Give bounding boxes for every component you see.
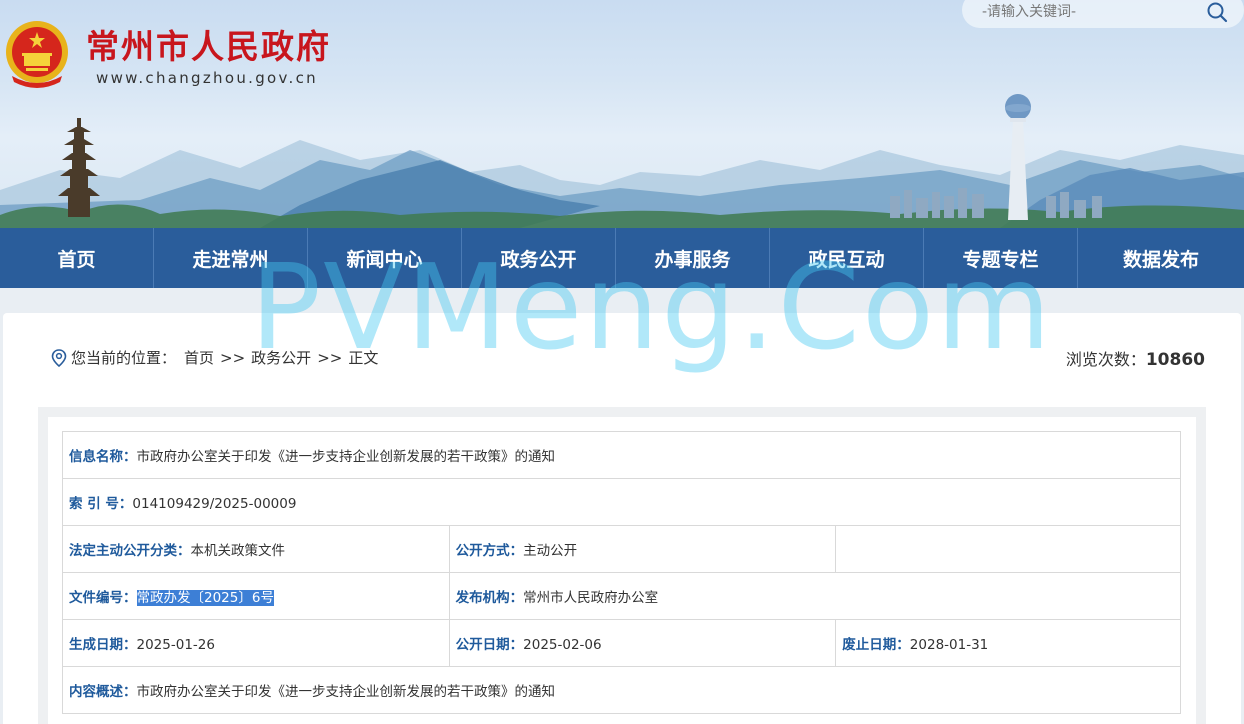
nav-item-interaction[interactable]: 政民互动 [770, 228, 924, 288]
table-row: 生成日期：2025-01-26 公开日期：2025-02-06 废止日期：202… [62, 619, 1181, 667]
info-name-label: 信息名称： [69, 449, 137, 465]
info-published-cell: 公开日期：2025-02-06 [448, 619, 837, 667]
info-expire-cell: 废止日期：2028-01-31 [835, 619, 1181, 667]
info-name-value: 市政府办公室关于印发《进一步支持企业创新发展的若干政策》的通知 [136, 449, 556, 465]
breadcrumb-home[interactable]: 首页 [184, 347, 214, 368]
table-row: 内容概述：市政府办公室关于印发《进一步支持企业创新发展的若干政策》的通知 [62, 666, 1181, 714]
info-published-value: 2025-02-06 [523, 637, 602, 653]
nav-item-services[interactable]: 办事服务 [616, 228, 770, 288]
table-row: 文件编号：常政办发〔2025〕6号 发布机构：常州市人民政府办公室 [62, 572, 1182, 620]
table-row: 法定主动公开分类：本机关政策文件 公开方式：主动公开 [62, 525, 1181, 573]
info-created-cell: 生成日期：2025-01-26 [62, 619, 450, 667]
info-expire-label: 废止日期： [842, 637, 910, 653]
info-summary-label: 内容概述： [69, 684, 137, 700]
info-mode-cell: 公开方式：主动公开 [448, 525, 837, 573]
view-count-label: 浏览次数： [1065, 350, 1146, 369]
nav-item-news[interactable]: 新闻中心 [308, 228, 462, 288]
breadcrumb-prefix: 您当前的位置： [71, 349, 177, 367]
info-summary-value: 市政府办公室关于印发《进一步支持企业创新发展的若干政策》的通知 [136, 684, 556, 700]
breadcrumb: 您当前的位置： 首页 >> 政务公开 >> 正文 [51, 347, 378, 368]
info-index-label: 索 引 号： [69, 496, 133, 512]
info-published-label: 公开日期： [455, 637, 524, 653]
info-name-cell: 信息名称：市政府办公室关于印发《进一步支持企业创新发展的若干政策》的通知 [62, 431, 1181, 479]
info-docno-value[interactable]: 常政办发〔2025〕6号 [136, 590, 274, 606]
table-row: 信息名称：市政府办公室关于印发《进一步支持企业创新发展的若干政策》的通知 [62, 431, 1181, 479]
info-docno-cell: 文件编号：常政办发〔2025〕6号 [62, 572, 450, 620]
breadcrumb-separator: >> [220, 348, 246, 367]
search-box [962, 0, 1244, 28]
info-publisher-label: 发布机构： [455, 590, 524, 606]
info-index-value: 014109429/2025-00009 [132, 496, 297, 512]
breadcrumb-current: 正文 [348, 349, 379, 367]
document-info-table: 信息名称：市政府办公室关于印发《进一步支持企业创新发展的若干政策》的通知 索 引… [62, 431, 1182, 714]
info-created-label: 生成日期： [69, 637, 137, 653]
info-mode-label: 公开方式： [455, 543, 524, 559]
info-empty-cell [835, 525, 1181, 573]
nav-item-data[interactable]: 数据发布 [1078, 228, 1244, 288]
info-index-cell: 索 引 号：014109429/2025-00009 [62, 478, 1181, 526]
info-docno-label: 文件编号： [69, 590, 137, 606]
info-publisher-value: 常州市人民政府办公室 [523, 590, 659, 606]
location-pin-icon [51, 348, 67, 367]
info-publisher-cell: 发布机构：常州市人民政府办公室 [448, 572, 1182, 620]
table-row: 索 引 号：014109429/2025-00009 [62, 478, 1181, 526]
info-summary-cell: 内容概述：市政府办公室关于印发《进一步支持企业创新发展的若干政策》的通知 [62, 666, 1181, 714]
nav-item-open-government[interactable]: 政务公开 [462, 228, 616, 288]
view-count: 浏览次数：10860 [1066, 346, 1205, 370]
main-nav: 首页 走进常州 新闻中心 政务公开 办事服务 政民互动 专题专栏 数据发布 [0, 228, 1244, 288]
info-category-label: 法定主动公开分类： [69, 543, 191, 559]
nav-item-home[interactable]: 首页 [0, 228, 154, 288]
view-count-value: 10860 [1145, 350, 1205, 370]
info-expire-value: 2028-01-31 [909, 637, 989, 653]
nav-item-topics[interactable]: 专题专栏 [924, 228, 1078, 288]
breadcrumb-separator: >> [317, 348, 343, 367]
search-input[interactable] [982, 0, 1202, 26]
info-category-value: 本机关政策文件 [190, 543, 286, 559]
header-banner: 常州市人民政府 www.changzhou.gov.cn [0, 0, 1244, 228]
info-category-cell: 法定主动公开分类：本机关政策文件 [62, 525, 450, 573]
emblem-icon [6, 21, 68, 88]
site-url: www.changzhou.gov.cn [96, 69, 318, 87]
breadcrumb-open-government[interactable]: 政务公开 [251, 347, 311, 368]
search-icon[interactable] [1206, 1, 1228, 23]
site-title: 常州市人民政府 [86, 27, 331, 66]
info-mode-value: 主动公开 [523, 543, 578, 559]
nav-item-about[interactable]: 走进常州 [154, 228, 308, 288]
info-created-value: 2025-01-26 [136, 637, 215, 653]
